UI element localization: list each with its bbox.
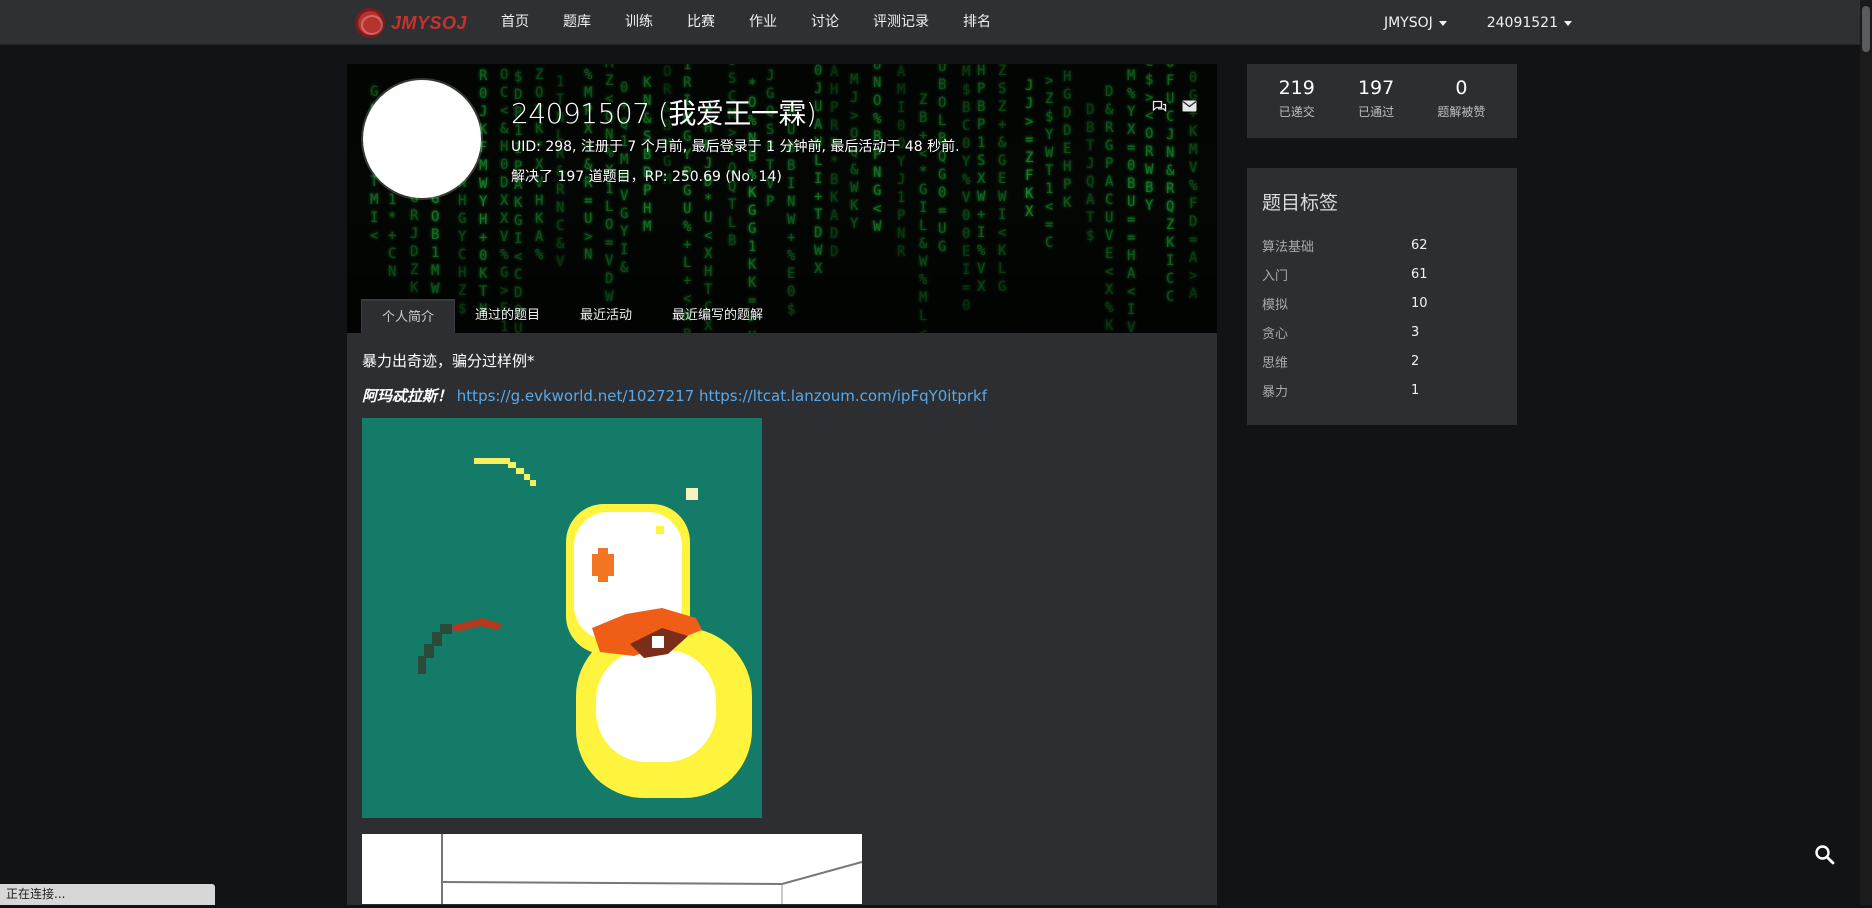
top-navbar: JMYSOJ 首页 题库 训练 比赛 作业 讨论 评测记录 排名 JMYSOJ … [0,0,1872,45]
tag-row[interactable]: 暴力 1 [1262,376,1502,405]
user-label: 24091521 [1486,14,1558,31]
tag-name: 入门 [1262,269,1289,284]
tag-count: 2 [1411,354,1420,369]
stat-accepted[interactable]: 197 已通过 [1358,77,1394,138]
tag-count: 3 [1411,325,1420,340]
nav-item-ranking[interactable]: 排名 [946,0,1008,45]
tag-count: 10 [1411,296,1428,311]
tab-recent-solutions[interactable]: 最近编写的题解 [652,299,783,333]
site-logo[interactable]: JMYSOJ [355,8,467,38]
tags-title: 题目标签 [1262,192,1339,214]
profile-banner: G N Q A % T M I < W D S P E 1 * + C N W … [347,64,1217,333]
logo-icon [355,8,385,38]
tag-name: 模拟 [1262,298,1289,313]
tag-name: 暴力 [1262,385,1289,400]
sketch-illustration [362,834,863,904]
tag-count: 61 [1411,267,1428,282]
tag-name: 贪心 [1262,327,1289,342]
bio-line-2: 阿玛忒拉斯！ https://g.evkworld.net/1027217 ht… [362,385,1202,406]
stat-submitted[interactable]: 219 已递交 [1279,77,1315,138]
tab-bio[interactable]: 个人简介 [361,299,456,333]
avatar [363,80,481,198]
tag-row[interactable]: 思维 2 [1262,347,1502,376]
tab-solved-problems[interactable]: 通过的题目 [455,299,560,333]
tag-row[interactable]: 入门 61 [1262,260,1502,289]
stat-label: 已通过 [1358,105,1395,119]
profile-name: 24091507 (我爱王一霖) [511,97,817,130]
chevron-down-icon [1564,21,1572,26]
tag-row[interactable]: 算法基础 62 [1262,231,1502,260]
stat-label: 题解被赞 [1437,105,1486,119]
main-nav: 首页 题库 训练 比赛 作业 讨论 评测记录 排名 [484,0,1008,45]
profile-solved: 解决了 197 道题目，RP: 250.69 (No. 14) [511,169,782,185]
nav-item-records[interactable]: 评测记录 [856,0,946,45]
bio-pixel-image [362,418,762,818]
bio-bold-text: 阿玛忒拉斯！ [362,387,453,405]
domain-label: JMYSOJ [1383,14,1433,31]
nav-item-contests[interactable]: 比赛 [670,0,732,45]
tag-count: 62 [1411,238,1428,253]
stat-likes[interactable]: 0 题解被赞 [1437,77,1485,138]
problem-tags-panel: 题目标签 算法基础 62 入门 61 模拟 10 贪心 3 思维 2 暴力 1 [1247,168,1517,425]
user-stats: 219 已递交 197 已通过 0 题解被赞 [1247,64,1517,138]
stat-value: 219 [1278,77,1315,99]
browser-status-bar: 正在连接... [0,884,215,905]
bio-line-1: 暴力出奇迹，骗分过样例* [362,352,535,370]
stat-label: 已递交 [1278,105,1315,119]
tag-row[interactable]: 模拟 10 [1262,289,1502,318]
page-scrollbar[interactable] [1860,0,1872,905]
tag-row[interactable]: 贪心 3 [1262,318,1502,347]
tag-name: 算法基础 [1262,240,1315,255]
profile-card: G N Q A % T M I < W D S P E 1 * + C N W … [347,64,1217,905]
nav-right: JMYSOJ 24091521 [1384,0,1572,45]
nav-item-problems[interactable]: 题库 [546,0,608,45]
nav-item-training[interactable]: 训练 [608,0,670,45]
stat-value: 197 [1357,77,1395,99]
user-dropdown[interactable]: 24091521 [1487,15,1572,31]
chat-icon[interactable] [1151,98,1167,114]
nav-item-homework[interactable]: 作业 [732,0,794,45]
stat-value: 0 [1455,77,1468,99]
scrollbar-thumb[interactable] [1862,6,1870,52]
tag-name: 思维 [1262,356,1289,371]
nav-item-home[interactable]: 首页 [484,0,546,45]
bio-sketch-image [362,834,863,904]
bio-links[interactable]: https://g.evkworld.net/1027217 https://l… [457,387,987,405]
profile-meta: UID: 298, 注册于 7 个月前, 最后登录于 1 分钟前, 最后活动于 … [511,139,960,155]
nav-item-discuss[interactable]: 讨论 [794,0,856,45]
chevron-down-icon [1438,21,1447,26]
search-icon[interactable] [1813,843,1837,867]
duck-pixel-illustration [362,418,762,818]
tag-count: 1 [1411,383,1420,398]
mail-icon[interactable] [1181,98,1197,114]
bio-content: 暴力出奇迹，骗分过样例* 阿玛忒拉斯！ https://g.evkworld.n… [362,350,1202,904]
tab-recent-activity[interactable]: 最近活动 [560,299,652,333]
logo-text: JMYSOJ [391,12,468,33]
profile-actions [1151,98,1197,114]
domain-dropdown[interactable]: JMYSOJ [1384,15,1447,31]
profile-tabs: 个人简介 通过的题目 最近活动 最近编写的题解 [361,299,783,333]
